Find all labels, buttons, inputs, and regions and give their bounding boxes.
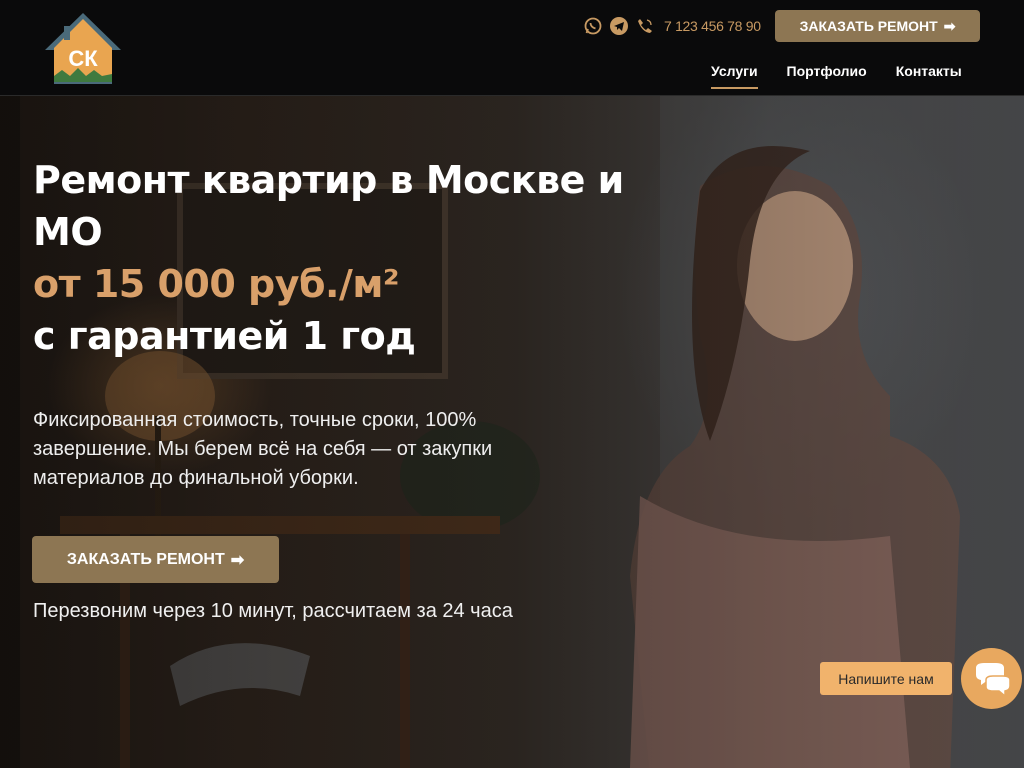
logo[interactable]: СК	[42, 10, 124, 86]
whatsapp-icon[interactable]	[584, 17, 602, 35]
logo-text: СК	[68, 46, 98, 71]
hero-title-price: от 15 000 руб./м²	[33, 262, 400, 306]
hero-title-line4: с гарантией 1 год	[33, 314, 416, 358]
chat-bubbles-icon	[975, 662, 1011, 696]
arrow-right-icon: ➡	[943, 17, 956, 34]
hero-order-button[interactable]: ЗАКАЗАТЬ РЕМОНТ ➡	[32, 536, 279, 583]
nav-item-contacts[interactable]: Контакты	[896, 63, 962, 85]
chat-button[interactable]	[961, 648, 1022, 709]
arrow-right-icon: ➡	[230, 551, 245, 569]
main-nav: Услуги Портфолио Контакты	[711, 63, 962, 89]
hero-title: Ремонт квартир в Москве и МО от 15 000 р…	[33, 154, 633, 362]
header-order-button[interactable]: ЗАКАЗАТЬ РЕМОНТ ➡	[775, 10, 980, 42]
nav-item-portfolio[interactable]: Портфолио	[787, 63, 867, 85]
telegram-icon[interactable]	[610, 17, 628, 35]
phone-number[interactable]: 7 123 456 78 90	[664, 18, 761, 34]
hero-order-button-label: ЗАКАЗАТЬ РЕМОНТ	[66, 550, 225, 568]
hero-title-line2: МО	[33, 210, 103, 254]
hero-note: Перезвоним через 10 минут, рассчитаем за…	[33, 600, 513, 622]
nav-item-services[interactable]: Услуги	[711, 63, 758, 89]
site-header: СК 7 123 456 78 90 ЗАКАЗАТЬ РЕМОНТ ➡ Усл…	[0, 0, 1024, 96]
header-order-button-label: ЗАКАЗАТЬ РЕМОНТ	[799, 18, 938, 34]
chat-label[interactable]: Напишите нам	[820, 662, 952, 695]
hero-title-line1: Ремонт квартир в Москве и	[33, 158, 624, 202]
header-contacts: 7 123 456 78 90	[584, 14, 761, 38]
hero-lead: Фиксированная стоимость, точные сроки, 1…	[33, 409, 493, 489]
phone-icon[interactable]	[636, 17, 654, 35]
